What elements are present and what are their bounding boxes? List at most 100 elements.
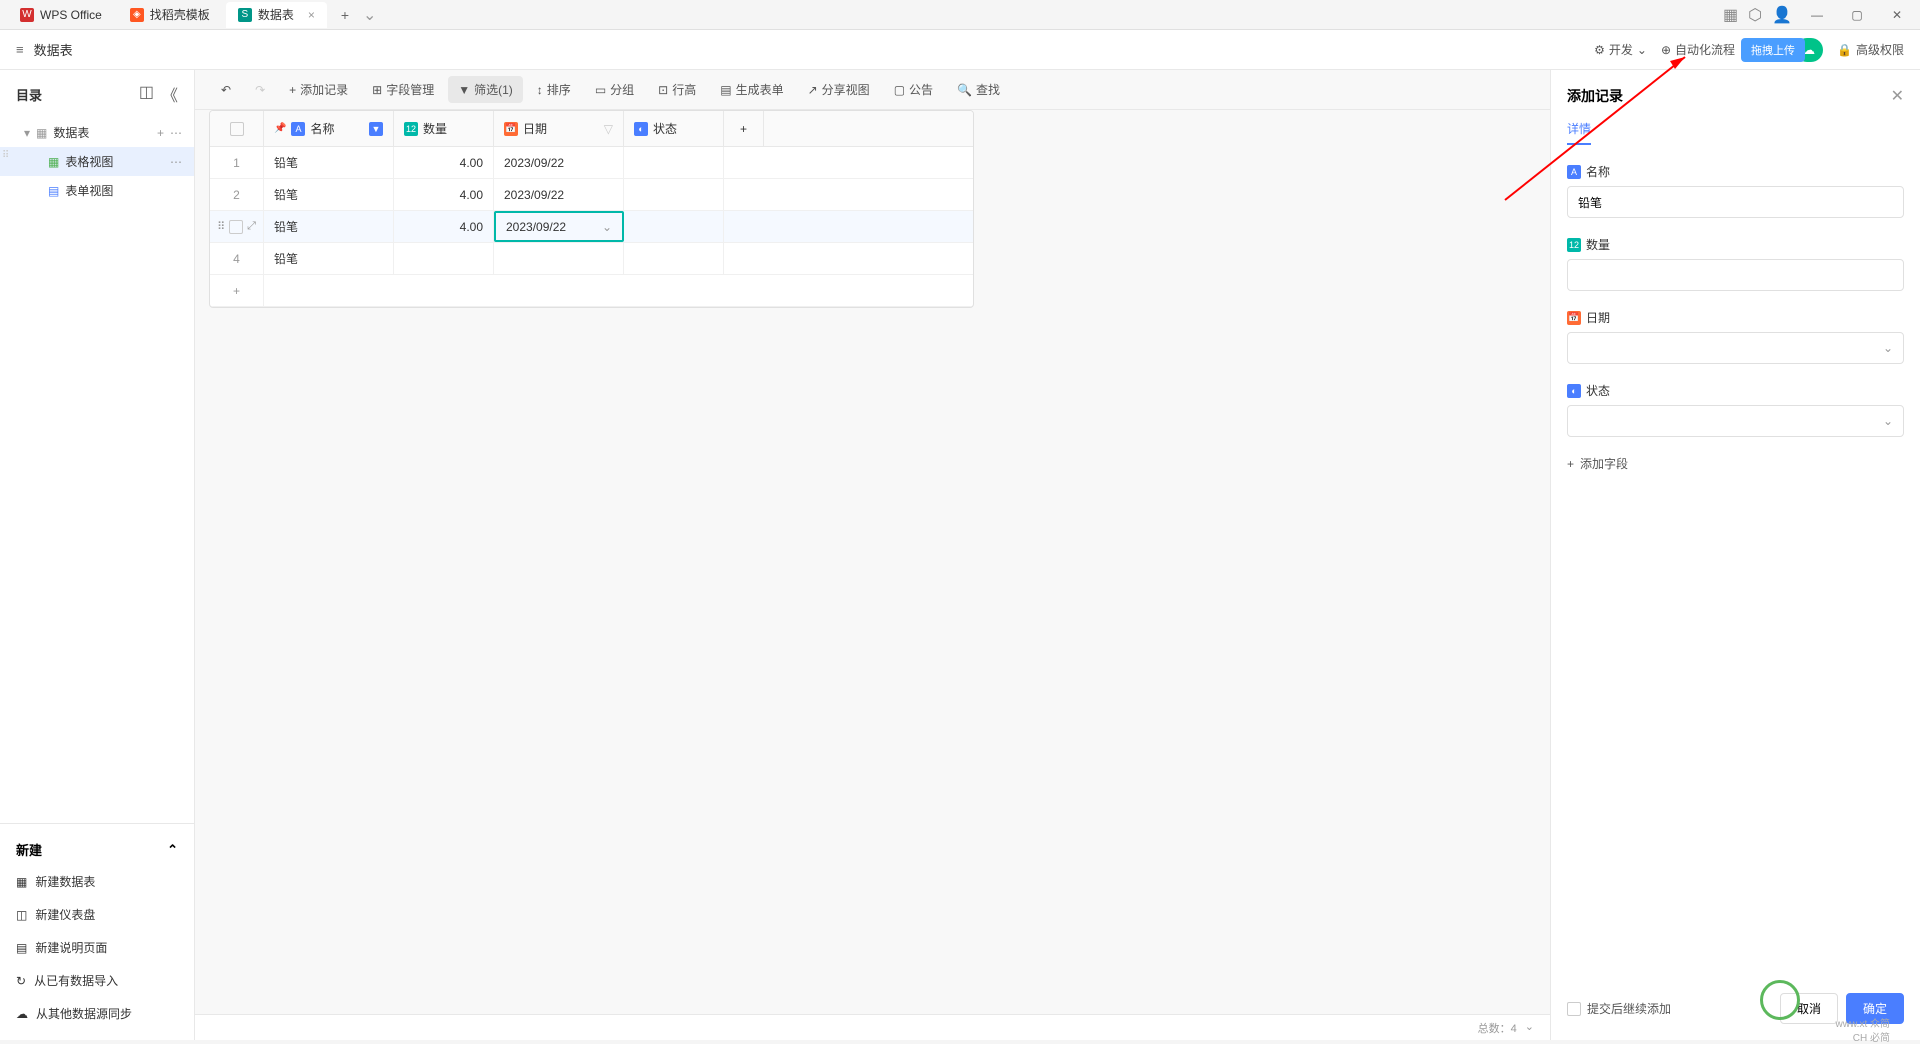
chevron-up-icon: ⌃ [167, 842, 178, 858]
tab-dropdown-icon[interactable]: ⌄ [363, 5, 376, 25]
undo-button[interactable]: ↶ [211, 78, 241, 102]
number-type-icon: 12 [404, 122, 418, 136]
new-section-header[interactable]: 新建 ⌃ [0, 834, 194, 865]
row-index: 4 [210, 243, 264, 274]
menu-icon[interactable]: ≡ [16, 42, 24, 57]
gen-form-button[interactable]: ▤ 生成表单 [710, 76, 793, 103]
cell-status[interactable] [624, 147, 724, 178]
status-type-icon: ◐ [1567, 384, 1581, 398]
cube-icon[interactable]: ⬡ [1748, 5, 1762, 25]
user-icon[interactable]: 👤 [1772, 5, 1792, 25]
add-record-button[interactable]: + 添加记录 [279, 76, 358, 103]
develop-button[interactable]: ⚙ 开发 ⌄ [1594, 41, 1647, 58]
share-view-button[interactable]: ↗ 分享视图 [798, 76, 880, 103]
tab-add-button[interactable]: + [331, 7, 359, 23]
cell-qty[interactable]: 4.00 [394, 211, 494, 242]
table-add-row[interactable]: + [210, 275, 973, 307]
cell-status[interactable] [624, 243, 724, 274]
funnel-icon[interactable]: ▽ [604, 122, 613, 136]
template-icon: ◈ [130, 8, 144, 22]
continue-checkbox[interactable] [1567, 1002, 1581, 1016]
watermark-text: www.xt 众简 CH 必简 [1836, 1015, 1890, 1030]
group-button[interactable]: ▭ 分组 [585, 76, 644, 103]
field-mgmt-button[interactable]: ⊞ 字段管理 [362, 76, 444, 103]
close-icon[interactable]: ✕ [1891, 86, 1904, 106]
tree-item-datatable[interactable]: ▾ ▦ 数据表 + ⋯ [0, 118, 194, 147]
close-icon[interactable]: × [308, 8, 315, 22]
row-height-button[interactable]: ⊡ 行高 [648, 76, 706, 103]
cell-name[interactable]: 铅笔 [264, 147, 394, 178]
row-index: 1 [210, 147, 264, 178]
sort-button[interactable]: ↕ 排序 [527, 76, 581, 103]
search-button[interactable]: 🔍 查找 [947, 76, 1010, 103]
th-name[interactable]: 📌 A 名称 ▼ [264, 111, 394, 146]
cell-date[interactable] [494, 243, 624, 274]
new-section: 新建 ⌃ ▦ 新建数据表 ◫ 新建仪表盘 ▤ 新建说明页面 ↻ 从已有数据导入 … [0, 823, 194, 1040]
grid-icon[interactable]: ▦ [1723, 5, 1738, 25]
cell-date[interactable]: 2023/09/22 [494, 147, 624, 178]
cell-qty[interactable] [394, 243, 494, 274]
cell-name[interactable]: 铅笔 [264, 211, 394, 242]
expand-icon[interactable]: ⤢ [247, 220, 256, 234]
expand-icon[interactable]: ◫ [139, 82, 154, 106]
sync-data-button[interactable]: ☁ 从其他数据源同步 [0, 997, 194, 1030]
more-icon[interactable]: ⋯ [170, 126, 182, 140]
table-icon: ▦ [16, 875, 27, 889]
drag-icon[interactable]: ⠿ [217, 220, 225, 234]
close-button[interactable]: ✕ [1882, 0, 1912, 30]
new-dashboard-button[interactable]: ◫ 新建仪表盘 [0, 898, 194, 931]
cell-date-selected[interactable]: 2023/09/22 ⌄ [494, 211, 624, 242]
table-row[interactable]: ⠿ ⤢ 铅笔 4.00 2023/09/22 ⌄ [210, 211, 973, 243]
add-row-button[interactable]: + [210, 275, 264, 306]
row-checkbox[interactable] [229, 220, 243, 234]
table-row[interactable]: 2 铅笔 4.00 2023/09/22 [210, 179, 973, 211]
cell-status[interactable] [624, 179, 724, 210]
new-datatable-button[interactable]: ▦ 新建数据表 [0, 865, 194, 898]
upload-tooltip: 拖拽上传 [1741, 38, 1805, 62]
name-input[interactable] [1567, 186, 1904, 218]
table-row[interactable]: 4 铅笔 [210, 243, 973, 275]
th-add-column[interactable]: + [724, 111, 764, 146]
table-row[interactable]: 1 铅笔 4.00 2023/09/22 [210, 147, 973, 179]
cell-qty[interactable]: 4.00 [394, 147, 494, 178]
redo-button[interactable]: ↷ [245, 78, 275, 102]
add-field-button[interactable]: + 添加字段 [1567, 455, 1904, 472]
plus-icon[interactable]: + [157, 126, 164, 140]
tab-wps[interactable]: W WPS Office [8, 2, 114, 28]
automation-button[interactable]: ⊕ 自动化流程 [1661, 41, 1735, 58]
new-doc-button[interactable]: ▤ 新建说明页面 [0, 931, 194, 964]
th-qty[interactable]: 12 数量 [394, 111, 494, 146]
chevron-down-icon[interactable]: ⌄ [1525, 1020, 1534, 1036]
tab-templates[interactable]: ◈ 找稻壳模板 [118, 2, 222, 28]
plus-icon: + [1567, 457, 1574, 471]
filter-button[interactable]: ▼ 筛选(1) [448, 76, 523, 103]
cell-status[interactable] [624, 211, 724, 242]
tab-datatable[interactable]: S 数据表 × [226, 2, 327, 28]
premium-button[interactable]: 🔒 高级权限 [1837, 41, 1904, 58]
minimize-button[interactable]: — [1802, 0, 1832, 30]
status-select[interactable]: ⌄ [1567, 405, 1904, 437]
cell-qty[interactable]: 4.00 [394, 179, 494, 210]
tree-item-form-view[interactable]: ▤ 表单视图 [0, 176, 194, 205]
drag-handle-icon[interactable]: ⠿ [2, 150, 9, 161]
filter-active-icon[interactable]: ▼ [369, 122, 383, 136]
date-select[interactable]: ⌄ [1567, 332, 1904, 364]
th-checkbox[interactable] [210, 111, 264, 146]
import-data-button[interactable]: ↻ 从已有数据导入 [0, 964, 194, 997]
th-status[interactable]: ◐ 状态 [624, 111, 724, 146]
share-icon: ↗ [808, 83, 818, 97]
triangle-down-icon: ▾ [24, 126, 30, 140]
notice-button[interactable]: ▢ 公告 [884, 76, 943, 103]
more-icon[interactable]: ⋯ [170, 155, 182, 169]
chevron-down-icon[interactable]: ⌄ [602, 220, 612, 234]
cell-name[interactable]: 铅笔 [264, 179, 394, 210]
cell-name[interactable]: 铅笔 [264, 243, 394, 274]
collapse-icon[interactable]: 《 [162, 82, 178, 106]
tree-item-grid-view[interactable]: ▦ 表格视图 ⋯ [0, 147, 194, 176]
dashboard-icon: ◫ [16, 908, 27, 922]
th-date[interactable]: 📅 日期 ▽ [494, 111, 624, 146]
panel-tab-details[interactable]: 详情 [1567, 120, 1591, 145]
maximize-button[interactable]: ▢ [1842, 0, 1872, 30]
cell-date[interactable]: 2023/09/22 [494, 179, 624, 210]
qty-input[interactable] [1567, 259, 1904, 291]
